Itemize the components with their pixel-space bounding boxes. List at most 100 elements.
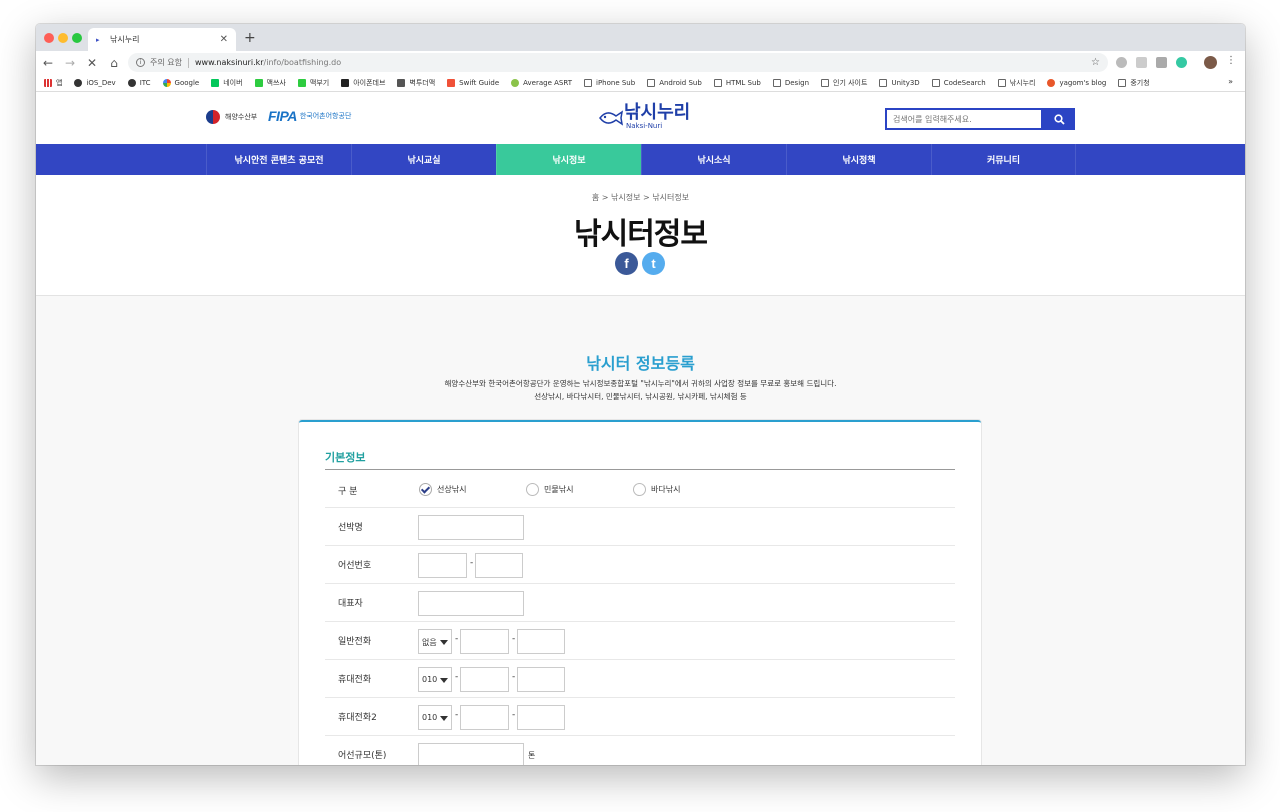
- gnb-item-news[interactable]: 낚시소식: [641, 144, 786, 175]
- search-input[interactable]: [885, 108, 1043, 130]
- browser-tab[interactable]: ▸ 낚시누리 ✕: [88, 28, 236, 51]
- bookmark-folder[interactable]: HTML Sub: [713, 78, 761, 87]
- tonnage-input[interactable]: [418, 743, 524, 765]
- site-logo[interactable]: 낚시누리 Naksi-Nuri: [598, 104, 690, 130]
- phone-middle-input[interactable]: [460, 629, 509, 654]
- section-title: 기본정보: [325, 451, 366, 464]
- bookmark-item[interactable]: Google: [162, 78, 199, 87]
- dash: -: [455, 710, 459, 720]
- profile-avatar[interactable]: [1204, 56, 1217, 69]
- bookmark-star-icon[interactable]: ☆: [1091, 57, 1100, 68]
- menu-dots-icon[interactable]: ⋮: [1226, 55, 1236, 66]
- form-row-boat-name: 선박명: [325, 508, 955, 546]
- mobile2-middle-input[interactable]: [460, 705, 509, 730]
- radio-boat-fishing[interactable]: 선상낚시: [419, 483, 466, 496]
- new-tab-button[interactable]: +: [244, 30, 256, 46]
- bookmark-folder[interactable]: CodeSearch: [931, 78, 986, 87]
- apple-icon: [127, 78, 136, 87]
- tonnage-unit: 톤: [528, 751, 536, 760]
- dash: -: [512, 672, 516, 682]
- phone-prefix-select[interactable]: 없음: [418, 629, 452, 654]
- bookmark-item[interactable]: 벽투더맥: [397, 78, 435, 88]
- minimize-window-button[interactable]: [58, 33, 68, 43]
- omnibox-separator: [187, 57, 189, 68]
- bookmark-item[interactable]: yagom's blog: [1047, 78, 1106, 87]
- bookmark-folder[interactable]: Android Sub: [647, 78, 702, 87]
- radio-icon: [526, 483, 539, 496]
- url-path: /info/boatfishing.do: [263, 58, 342, 67]
- boat-number-label: 어선번호: [338, 561, 372, 571]
- forward-icon[interactable]: →: [60, 56, 80, 70]
- gnb-item-class[interactable]: 낚시교실: [351, 144, 496, 175]
- mobile-prefix-select[interactable]: 010: [418, 667, 452, 692]
- register-description: 해양수산부와 한국어촌어항공단가 운영하는 낚시정보종합포털 "낚시누리"에서 …: [444, 379, 837, 388]
- bookmark-item[interactable]: 맥부기: [297, 78, 329, 88]
- register-title: 낚시터 정보등록: [586, 354, 695, 373]
- maximize-window-button[interactable]: [72, 33, 82, 43]
- extension-icon[interactable]: [1176, 57, 1187, 68]
- stop-icon[interactable]: ✕: [82, 56, 102, 70]
- page-hero: 홈 > 낚시정보 > 낚시터정보 낚시터정보 f t: [36, 175, 1245, 296]
- folder-icon: [821, 78, 830, 87]
- boat-name-input[interactable]: [418, 515, 524, 540]
- form-row-type: 구 분 선상낚시 민물낚시 바다낚시: [325, 470, 955, 508]
- gnb-item-community[interactable]: 커뮤니티: [931, 144, 1076, 175]
- close-window-button[interactable]: [44, 33, 54, 43]
- web-page: 해양수산부 FIPA 한국어촌어항공단 낚시누리 Naksi-Nuri 검색어를…: [36, 92, 1245, 765]
- bookmark-folder[interactable]: iPhone Sub: [584, 78, 635, 87]
- bookmark-folder[interactable]: 인기 사이트: [821, 78, 867, 88]
- search-button[interactable]: [1043, 108, 1075, 130]
- swift-icon: [447, 78, 456, 87]
- bookmark-folder[interactable]: Unity3D: [879, 78, 920, 87]
- logo-text-group: 낚시누리 Naksi-Nuri: [624, 102, 691, 131]
- type-label: 구 분: [338, 487, 358, 497]
- bookmark-item[interactable]: 네이버: [211, 78, 243, 88]
- bookmark-item[interactable]: Swift Guide: [447, 78, 499, 87]
- bookmark-item[interactable]: ITC: [127, 78, 151, 87]
- bookmark-item[interactable]: Average ASRT: [511, 78, 572, 87]
- extension-icon[interactable]: [1156, 57, 1167, 68]
- info-icon[interactable]: i: [136, 58, 145, 67]
- boat-number-input-1[interactable]: [418, 553, 467, 578]
- register-categories: 선상낚시, 바다낚시터, 민물낚시터, 낚시공원, 낚시카페, 낚시체험 등: [534, 392, 747, 401]
- address-bar[interactable]: i 주의 요함 www.naksinuri.kr /info/boatfishi…: [128, 53, 1108, 72]
- bookmark-item[interactable]: 맥쓰사: [254, 78, 286, 88]
- gnb-item-policy[interactable]: 낚시정책: [786, 144, 931, 175]
- folder-icon: [879, 78, 888, 87]
- gov-logo[interactable]: 해양수산부: [206, 110, 257, 124]
- mobile-label: 휴대전화: [338, 675, 372, 685]
- bookmarks-bar: 앱 iOS_Dev ITC Google 네이버 맥쓰사 맥부기 아이폰데브 벽…: [36, 74, 1245, 92]
- mobile2-prefix-select[interactable]: 010: [418, 705, 452, 730]
- extension-icon[interactable]: [1116, 57, 1127, 68]
- twitter-icon[interactable]: t: [642, 252, 665, 275]
- radio-freshwater-fishing[interactable]: 민물낚시: [526, 483, 573, 496]
- radio-sea-fishing[interactable]: 바다낚시: [633, 483, 680, 496]
- facebook-icon[interactable]: f: [615, 252, 638, 275]
- home-icon[interactable]: ⌂: [104, 56, 124, 70]
- apple-icon: [74, 78, 83, 87]
- favicon-icon: ▸: [96, 35, 100, 44]
- bookmark-folder[interactable]: Design: [772, 78, 809, 87]
- extension-icon[interactable]: [1136, 57, 1147, 68]
- boat-number-input-2[interactable]: [475, 553, 523, 578]
- phone-last-input[interactable]: [517, 629, 565, 654]
- close-tab-icon[interactable]: ✕: [220, 34, 228, 45]
- bookmark-apps[interactable]: 앱: [44, 78, 62, 88]
- boat-name-label: 선박명: [338, 523, 363, 533]
- bookmark-folder[interactable]: 낚시누리: [997, 78, 1035, 88]
- bookmark-item[interactable]: 아이폰데브: [341, 78, 385, 88]
- bookmark-item[interactable]: iOS_Dev: [74, 78, 116, 87]
- mobile-last-input[interactable]: [517, 667, 565, 692]
- owner-input[interactable]: [418, 591, 524, 616]
- bookmarks-more-button[interactable]: »: [1228, 77, 1233, 86]
- mobile2-last-input[interactable]: [517, 705, 565, 730]
- gnb-item-contest[interactable]: 낚시안전 콘텐츠 공모전: [206, 144, 351, 175]
- back-icon[interactable]: ←: [38, 56, 58, 70]
- fipa-logo[interactable]: FIPA 한국어촌어항공단: [268, 108, 351, 124]
- tab-bar: ▸ 낚시누리 ✕ +: [36, 24, 1245, 51]
- breadcrumb: 홈 > 낚시정보 > 낚시터정보: [591, 193, 690, 202]
- mobile-middle-input[interactable]: [460, 667, 509, 692]
- gnb-item-info[interactable]: 낚시정보: [496, 144, 641, 175]
- main-navigation: 낚시안전 콘텐츠 공모전 낚시교실 낚시정보 낚시소식 낚시정책 커뮤니티: [36, 144, 1245, 175]
- bookmark-folder[interactable]: 중기청: [1118, 78, 1150, 88]
